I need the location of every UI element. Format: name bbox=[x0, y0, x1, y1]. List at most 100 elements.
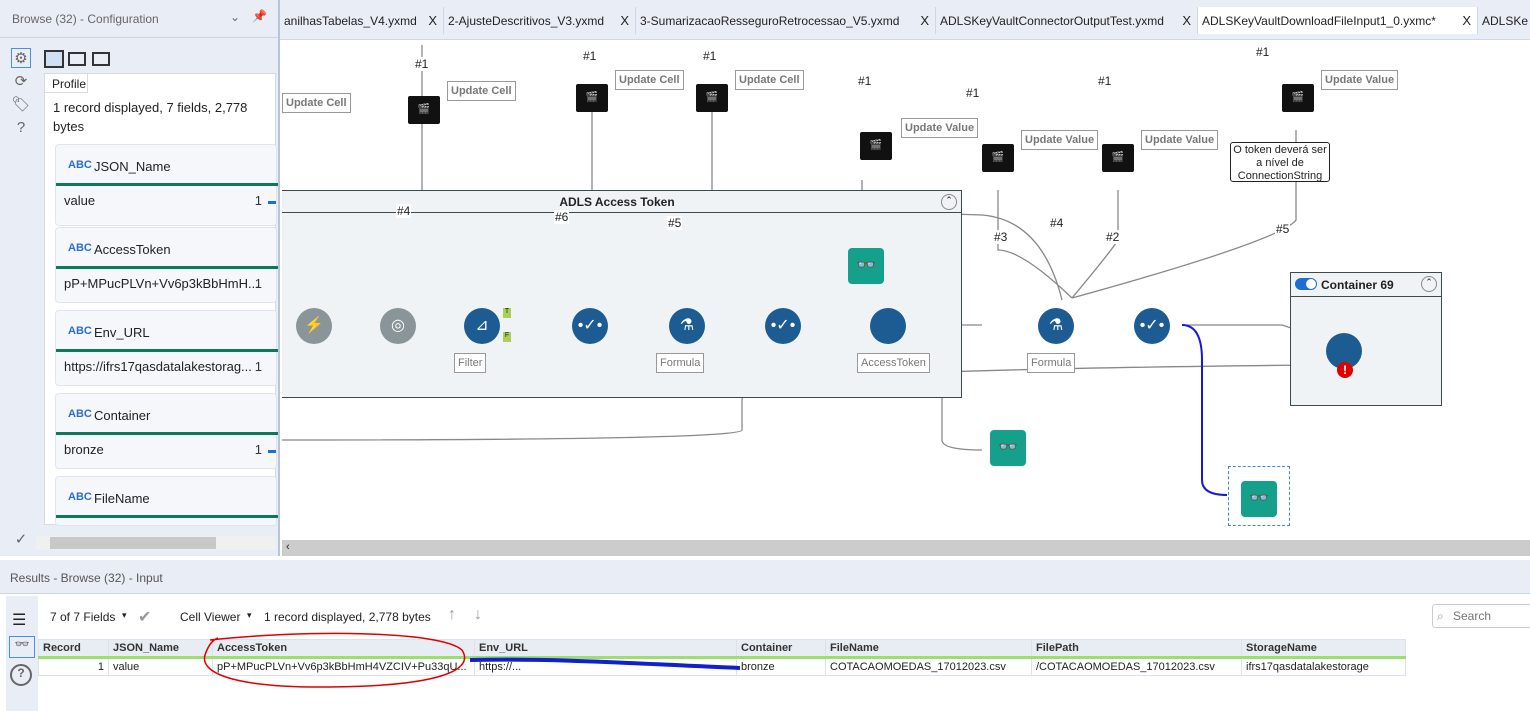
cell[interactable]: pP+MPucPLVn+Vv6p3kBbHmH4VZCIV+Pu33qU... bbox=[212, 657, 475, 676]
container-69[interactable]: Container 69 ⌃ bbox=[1290, 272, 1442, 406]
help-icon[interactable]: ? bbox=[11, 118, 31, 138]
tab-3[interactable]: 3-SumarizacaoResseguroRetrocessao_V5.yxm… bbox=[636, 7, 936, 34]
select-tool-icon[interactable]: •✓• bbox=[765, 308, 801, 344]
anchor-false[interactable]: F bbox=[503, 332, 511, 342]
field-name: JSON_Name bbox=[94, 159, 171, 174]
cell[interactable]: /COTACAOMOEDAS_17012023.csv bbox=[1031, 657, 1242, 676]
field-card[interactable]: ABC JSON_Name value 1 bbox=[55, 144, 278, 226]
tab-1[interactable]: anilhasTabelas_V4.yxmd X bbox=[280, 7, 444, 34]
chevron-down-icon[interactable]: ▾ bbox=[122, 610, 127, 621]
close-icon[interactable]: X bbox=[1182, 13, 1191, 28]
tag-icon[interactable]: 🏷 bbox=[11, 95, 31, 115]
arrow-down-icon[interactable]: ↓ bbox=[474, 606, 482, 624]
close-icon[interactable]: X bbox=[620, 13, 629, 28]
cell[interactable]: 1 bbox=[38, 657, 109, 676]
formula-tool-icon[interactable]: ⚗ bbox=[1038, 308, 1074, 344]
tool-label: Update Value bbox=[1141, 130, 1219, 150]
action-tool-clapper-icon[interactable]: 🎬 bbox=[1282, 84, 1314, 112]
browse-tool-icon[interactable]: 👓 bbox=[848, 248, 884, 284]
tab-2[interactable]: 2-AjusteDescritivos_V3.yxmd X bbox=[444, 7, 636, 34]
tab-5-active[interactable]: ADLSKeyVaultDownloadFileInput1_0.yxmc* X bbox=[1198, 7, 1478, 34]
help-icon[interactable]: ? bbox=[10, 664, 32, 686]
connection-label: #1 bbox=[1097, 74, 1113, 88]
results-grid[interactable]: Record JSON_Name AccessToken Env_URL Con… bbox=[38, 639, 1406, 676]
tab-profile[interactable]: Profile bbox=[44, 73, 88, 93]
error-icon: ! bbox=[1337, 362, 1353, 378]
cell[interactable]: COTACAOMOEDAS_17012023.csv bbox=[825, 657, 1032, 676]
control-param-lightning-icon[interactable]: ⚡ bbox=[296, 308, 332, 344]
action-tool-clapper-icon[interactable]: 🎬 bbox=[408, 96, 440, 124]
chevron-down-icon[interactable]: ⌄ bbox=[230, 10, 240, 24]
action-tool-clapper-icon[interactable]: 🎬 bbox=[696, 84, 728, 112]
single-view-icon[interactable] bbox=[44, 50, 64, 68]
cell[interactable]: https://... bbox=[474, 657, 737, 676]
check-icon[interactable]: ✔ bbox=[138, 607, 151, 627]
macro-output-icon[interactable] bbox=[870, 308, 906, 344]
select-tool-icon[interactable]: •✓• bbox=[572, 308, 608, 344]
field-count: 1 bbox=[254, 442, 262, 457]
select-tool-icon[interactable]: •✓• bbox=[1134, 308, 1170, 344]
close-icon[interactable]: X bbox=[1462, 13, 1471, 28]
annotation-icon[interactable]: ⟳ bbox=[11, 72, 31, 92]
split-vertical-icon[interactable] bbox=[68, 52, 86, 66]
collapse-icon[interactable]: ⌃ bbox=[941, 194, 957, 210]
macro-input-icon[interactable]: ◎ bbox=[380, 308, 416, 344]
connection-label: #2 bbox=[1105, 230, 1121, 244]
split-horizontal-icon[interactable] bbox=[92, 52, 110, 66]
action-tool-clapper-icon[interactable]: 🎬 bbox=[982, 144, 1014, 172]
scroll-left-icon[interactable]: ‹ bbox=[286, 541, 290, 553]
field-card[interactable]: ABC Env_URL https://ifrs17qasdatalakestora… bbox=[55, 310, 278, 386]
container-title: Container 69 bbox=[1321, 278, 1394, 292]
binoculars-icon[interactable]: 👓 bbox=[9, 636, 35, 658]
tab-6[interactable]: ADLSKe bbox=[1478, 7, 1530, 34]
collapse-icon[interactable]: ⌃ bbox=[1421, 276, 1437, 292]
column-header[interactable]: JSON_Name bbox=[108, 639, 213, 659]
gear-icon[interactable]: ⚙ bbox=[11, 48, 31, 68]
pin-icon[interactable]: 📌 bbox=[252, 9, 267, 23]
arrow-up-icon[interactable]: ↑ bbox=[448, 606, 456, 624]
column-header[interactable]: Container bbox=[736, 639, 826, 659]
workflow-canvas[interactable]: ADLS Access Token ⌃ Container 69 ⌃ 🎬 Upd… bbox=[282, 40, 1530, 540]
cell[interactable]: ifrs17qasdatalakestorage bbox=[1241, 657, 1406, 676]
selected-tool[interactable]: 👓 bbox=[1228, 466, 1290, 526]
fields-selector[interactable]: 7 of 7 Fields bbox=[50, 610, 115, 624]
cell[interactable]: bronze bbox=[736, 657, 826, 676]
close-icon[interactable]: X bbox=[920, 13, 929, 28]
field-card[interactable]: ABC FileName bbox=[55, 476, 278, 526]
browse-tool-icon[interactable]: 👓 bbox=[990, 430, 1026, 466]
scrollbar-thumb[interactable] bbox=[50, 537, 216, 549]
connection-label: #4 bbox=[1049, 216, 1065, 230]
tool-label: Update Cell bbox=[615, 70, 684, 90]
filter-tool-icon[interactable]: ⊿ bbox=[464, 308, 500, 344]
tab-label: 3-SumarizacaoResseguroRetrocessao_V5.yxm… bbox=[640, 14, 900, 28]
column-header[interactable]: FileName bbox=[825, 639, 1032, 659]
browse-tool-icon[interactable]: 👓 bbox=[1241, 481, 1277, 517]
canvas-horizontal-scrollbar[interactable]: ‹ bbox=[282, 540, 1530, 556]
toggle-switch[interactable] bbox=[1295, 278, 1317, 290]
action-tool-clapper-icon[interactable]: 🎬 bbox=[1102, 144, 1134, 172]
check-circle-icon[interactable]: ✓ bbox=[11, 530, 31, 550]
close-icon[interactable]: X bbox=[428, 13, 437, 28]
field-bar bbox=[56, 183, 278, 186]
horizontal-scrollbar[interactable] bbox=[36, 536, 276, 550]
column-header[interactable]: StorageName bbox=[1241, 639, 1406, 659]
anchor-true[interactable]: T bbox=[503, 308, 511, 318]
search-input[interactable] bbox=[1432, 604, 1530, 628]
action-tool-clapper-icon[interactable]: 🎬 bbox=[860, 132, 892, 160]
table-row[interactable]: 1 value pP+MPucPLVn+Vv6p3kBbHmH4VZCIV+Pu… bbox=[38, 657, 1406, 676]
column-header[interactable]: Record bbox=[38, 639, 109, 659]
comment-box[interactable]: O token deverá ser a nível de Connection… bbox=[1230, 142, 1330, 182]
tab-4[interactable]: ADLSKeyVaultConnectorOutputTest.yxmd X bbox=[936, 7, 1198, 34]
chevron-down-icon[interactable]: ▾ bbox=[247, 610, 252, 621]
cell-viewer-dropdown[interactable]: Cell Viewer bbox=[180, 610, 240, 624]
field-card[interactable]: ABC AccessToken pP+MPucPLVn+Vv6p3kBbHmH...… bbox=[55, 227, 278, 303]
column-header[interactable]: FilePath bbox=[1031, 639, 1242, 659]
list-view-icon[interactable]: ☰ bbox=[12, 610, 26, 630]
cell[interactable]: value bbox=[108, 657, 213, 676]
results-title: Results - Browse (32) - Input bbox=[0, 560, 1530, 594]
column-header[interactable]: Env_URL bbox=[474, 639, 737, 659]
formula-tool-icon[interactable]: ⚗ bbox=[669, 308, 705, 344]
field-card[interactable]: ABC Container bronze 1 bbox=[55, 393, 278, 469]
action-tool-clapper-icon[interactable]: 🎬 bbox=[576, 84, 608, 112]
column-header[interactable]: AccessToken bbox=[212, 639, 475, 659]
